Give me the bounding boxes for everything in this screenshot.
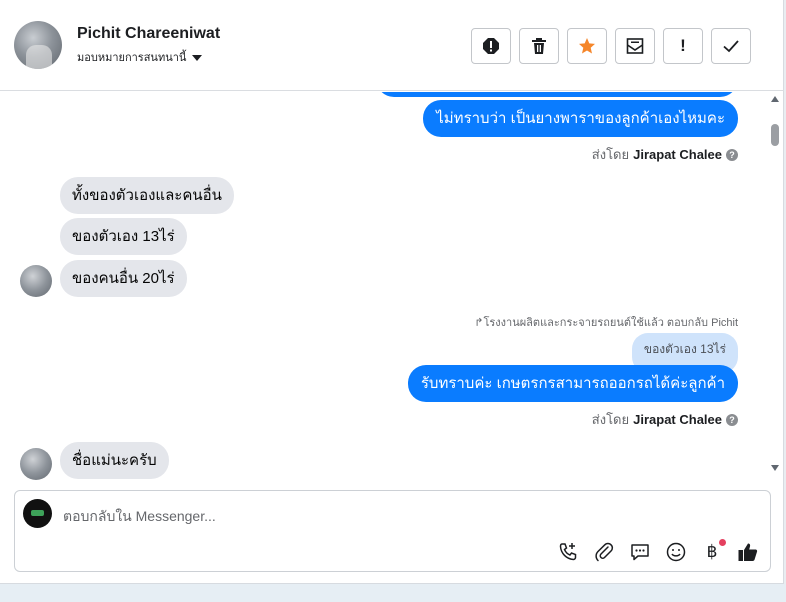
saved-reply-icon <box>631 544 649 561</box>
sent-by-prefix: ส่งโดย <box>591 147 630 162</box>
scroll-down-arrow-icon[interactable] <box>771 465 779 471</box>
help-icon[interactable]: ? <box>726 148 738 161</box>
reply-note-text: โรงงานผลิตและกระจายรถยนต์ใช้แล้ว ตอบกลับ… <box>483 317 738 329</box>
assign-conversation-dropdown[interactable]: มอบหมายการสนทนานี้ <box>77 48 203 66</box>
sent-by-label: ส่งโดย Jirapat Chalee ? <box>592 409 738 430</box>
star-icon <box>579 38 595 54</box>
trash-icon <box>532 38 546 54</box>
message-bubble-incoming[interactable]: ทั้งของตัวเองและคนอื่น <box>60 177 234 214</box>
attach-button[interactable] <box>591 539 617 565</box>
star-button[interactable] <box>567 28 607 64</box>
mark-unread-button[interactable] <box>615 28 655 64</box>
help-icon[interactable]: ? <box>726 413 738 426</box>
payment-button[interactable]: ฿ <box>699 539 726 565</box>
thread-scrollbar[interactable] <box>768 92 784 476</box>
page-avatar <box>23 499 52 528</box>
follow-up-button[interactable]: ! <box>663 28 703 64</box>
mark-unread-icon <box>626 38 644 54</box>
like-icon <box>738 543 758 561</box>
header-actions: ! <box>471 28 751 64</box>
composer-tools: ฿ <box>555 539 761 565</box>
message-bubble-outgoing[interactable]: รับทราบค่ะ เกษตรกรสามารถออกรถได้ค่ะลูกค้… <box>407 365 738 402</box>
reply-composer: ฿ <box>14 490 771 572</box>
notification-dot <box>719 539 726 546</box>
contact-name[interactable]: Pichit Chareeniwat <box>77 25 220 43</box>
message-bubble-outgoing-partial <box>376 92 738 97</box>
sent-by-prefix: ส่งโดย <box>591 412 630 427</box>
baht-icon: ฿ <box>706 542 718 561</box>
saved-reply-button[interactable] <box>627 539 653 565</box>
call-button[interactable] <box>555 539 581 565</box>
follow-up-icon: ! <box>680 36 686 55</box>
contact-avatar-small[interactable] <box>20 265 52 297</box>
message-bubble-incoming[interactable]: ของคนอื่น 20ไร่ <box>60 260 187 297</box>
sent-by-label: ส่งโดย Jirapat Chalee ? <box>592 144 738 165</box>
like-button[interactable] <box>735 539 761 565</box>
contact-avatar-small[interactable] <box>20 448 52 480</box>
reply-context-note: ↱โรงงานผลิตและกระจายรถยนต์ใช้แล้ว ตอบกลั… <box>474 313 738 331</box>
attachment-icon <box>595 542 614 562</box>
sender-name: Jirapat Chalee <box>633 147 722 162</box>
scroll-thumb[interactable] <box>771 124 779 146</box>
conversation-header: Pichit Chareeniwat มอบหมายการสนทนานี้ ! <box>0 0 784 91</box>
delete-button[interactable] <box>519 28 559 64</box>
call-add-icon <box>559 543 577 561</box>
chevron-down-icon <box>192 54 203 61</box>
mark-done-button[interactable] <box>711 28 751 64</box>
sender-name: Jirapat Chalee <box>633 412 722 427</box>
message-bubble-incoming[interactable]: ของตัวเอง 13ไร่ <box>60 218 187 255</box>
assign-label: มอบหมายการสนทนานี้ <box>77 52 187 64</box>
contact-avatar[interactable] <box>14 21 62 69</box>
emoji-icon <box>666 542 686 562</box>
mark-spam-button[interactable] <box>471 28 511 64</box>
message-thread[interactable]: ไม่ทราบว่า เป็นยางพาราของลูกค้าเองไหมคะ … <box>0 92 770 480</box>
scroll-up-arrow-icon[interactable] <box>771 96 779 102</box>
reply-input[interactable] <box>63 506 743 526</box>
message-bubble-incoming[interactable]: ชื่อแม่นะครับ <box>60 442 169 479</box>
done-check-icon <box>723 40 739 53</box>
emoji-button[interactable] <box>663 539 689 565</box>
message-bubble-outgoing[interactable]: ไม่ทราบว่า เป็นยางพาราของลูกค้าเองไหมคะ <box>423 100 738 137</box>
window-bottom-strip <box>0 584 786 602</box>
conversation-panel: Pichit Chareeniwat มอบหมายการสนทนานี้ ! … <box>0 0 784 584</box>
spam-icon <box>483 38 499 54</box>
